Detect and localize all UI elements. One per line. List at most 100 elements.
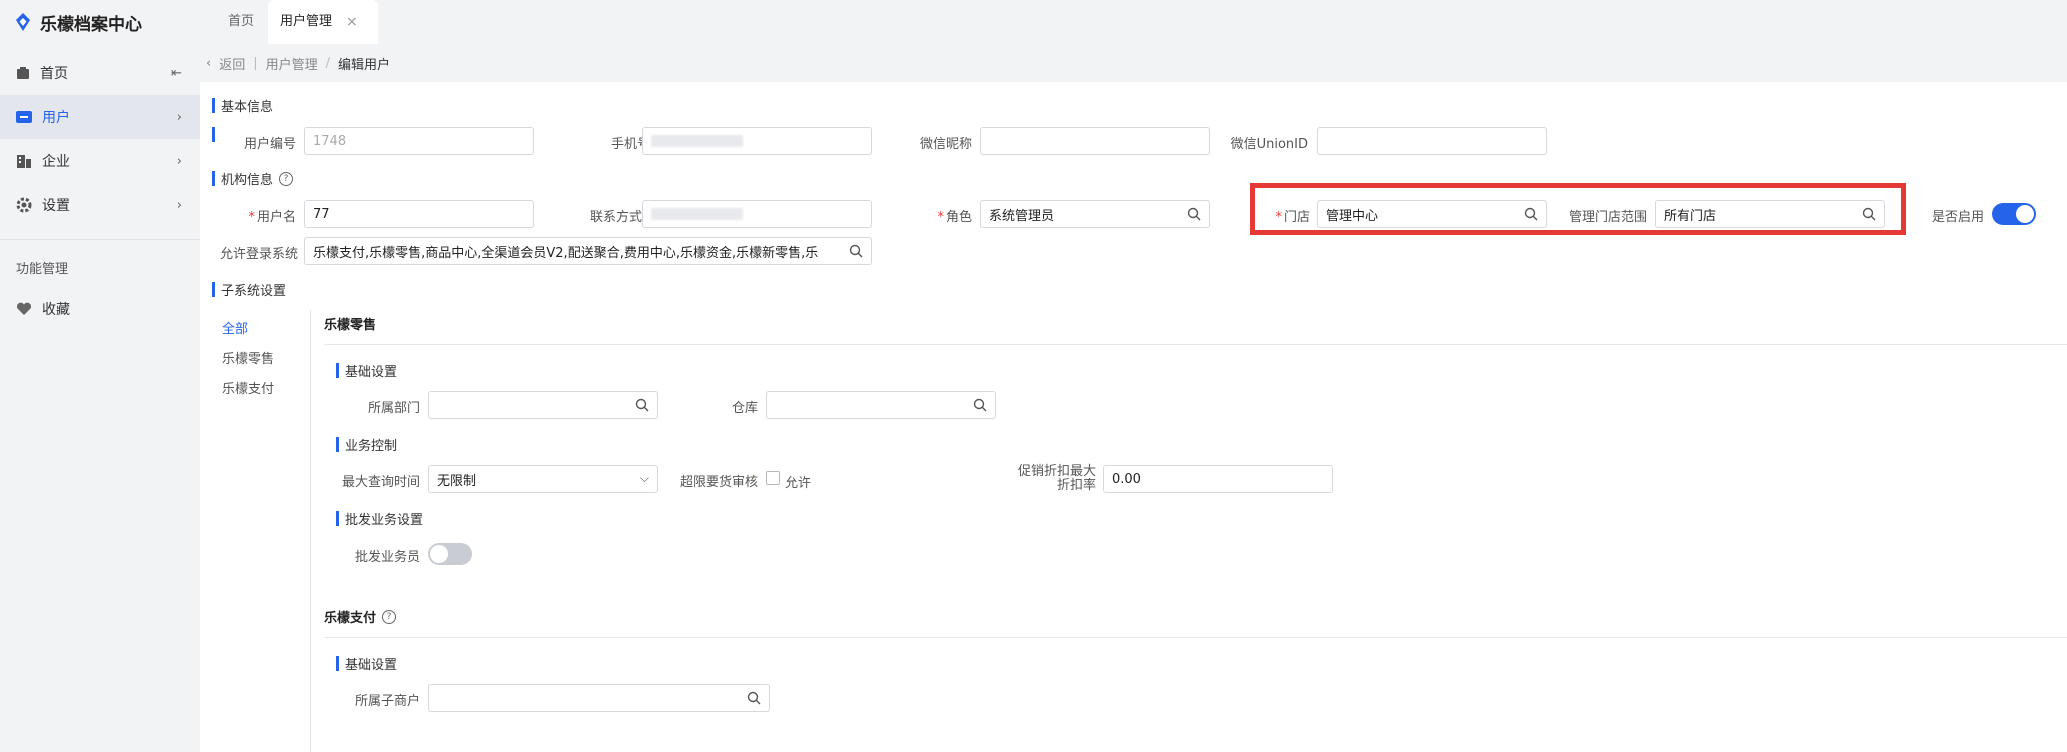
chevron-down-icon: ⌵: [639, 471, 649, 485]
tab-label: 首页: [228, 14, 255, 29]
collapse-icon[interactable]: ⇤: [171, 66, 182, 81]
section-title-text: 机构信息: [221, 173, 274, 188]
sidebar-item-favorites[interactable]: 收藏: [0, 287, 200, 331]
contact-label: 联系方式: [589, 210, 642, 225]
search-icon[interactable]: [973, 398, 987, 412]
search-icon[interactable]: [1187, 207, 1201, 221]
building-icon: [17, 155, 31, 168]
sidebar-item-enterprise[interactable]: 企业 ›: [0, 139, 200, 183]
sidebar-divider: [0, 239, 200, 240]
max-query-value: 无限制: [437, 473, 477, 489]
allow-checkbox[interactable]: [766, 471, 780, 485]
merchant-field[interactable]: [428, 684, 770, 712]
masked-value: [651, 135, 743, 147]
search-icon[interactable]: [1862, 207, 1876, 221]
close-icon[interactable]: ×: [346, 0, 358, 44]
search-icon[interactable]: [849, 244, 863, 258]
phone-label: 手机号: [610, 137, 650, 152]
role-label: * 角色: [920, 206, 972, 225]
merchant-label: 所属子商户: [354, 694, 420, 709]
section-title-text: 子系统设置: [221, 284, 287, 299]
gear-icon: [16, 197, 32, 213]
label-text: 用户名: [256, 210, 296, 225]
subnav-retail[interactable]: 乐檬零售: [222, 348, 274, 367]
wholesale-toggle[interactable]: [428, 543, 472, 565]
breadcrumb-current: 编辑用户: [338, 57, 391, 73]
retail-divider: [324, 344, 2067, 345]
user-card-icon: [16, 111, 32, 123]
subsystem-title: 子系统设置: [212, 280, 286, 299]
tab-home[interactable]: 首页: [214, 0, 268, 44]
login-system-field[interactable]: 乐檬支付,乐檬零售,商品中心,全渠道会员V2,配送聚合,费用中心,乐檬资金,乐檬…: [304, 237, 872, 265]
sidebar-item-settings[interactable]: 设置 ›: [0, 183, 200, 227]
subnav-all[interactable]: 全部: [222, 318, 248, 337]
section-title-text: 业务控制: [345, 439, 398, 454]
enabled-label: 是否启用: [1931, 210, 1984, 225]
subnav-pay[interactable]: 乐檬支付: [222, 378, 274, 397]
tab-label: 用户管理: [280, 14, 333, 29]
search-icon[interactable]: [747, 691, 761, 705]
allow-label: 允许: [785, 476, 812, 491]
wechat-nick-label: 微信昵称: [919, 137, 972, 152]
logo-icon: [16, 13, 30, 31]
phone-field[interactable]: [642, 127, 872, 155]
sidebar: 首页 ⇤ 用户 › 企业 › 设置 › 功能管理 收藏: [0, 44, 200, 752]
back-link[interactable]: 返回: [219, 54, 245, 73]
sidebar-item-label: 首页: [40, 66, 68, 82]
toggle-knob: [430, 545, 448, 563]
chevron-right-icon: ›: [176, 153, 182, 169]
discount-field[interactable]: 0.00: [1103, 465, 1333, 493]
search-icon[interactable]: [635, 398, 649, 412]
dept-field[interactable]: [428, 391, 658, 419]
store-range-value: 所有门店: [1664, 208, 1717, 224]
username-field[interactable]: 77: [304, 200, 534, 228]
pay-divider: [324, 637, 2067, 638]
search-icon[interactable]: [1524, 207, 1538, 221]
enabled-toggle[interactable]: [1992, 203, 2036, 225]
help-icon[interactable]: ?: [279, 171, 294, 186]
label-line: 折扣率: [1056, 478, 1096, 493]
breadcrumb-parent[interactable]: 用户管理: [266, 54, 318, 73]
label-text: 角色: [945, 210, 972, 225]
max-query-select[interactable]: 无限制 ⌵: [428, 465, 658, 493]
role-field[interactable]: 系统管理员: [980, 200, 1210, 228]
toggle-knob: [2016, 205, 2034, 223]
subnav-divider: [310, 310, 311, 752]
heart-icon: [16, 302, 32, 315]
sidebar-item-user[interactable]: 用户 ›: [0, 95, 200, 139]
breadcrumb-divider: |: [253, 55, 258, 71]
section-title-text: 基础设置: [345, 365, 398, 380]
breadcrumb: ‹ 返回 | 用户管理 / 编辑用户: [200, 44, 2067, 82]
retail-title: 乐檬零售: [324, 314, 376, 333]
label-text: 门店: [1283, 210, 1310, 225]
main-content: 基本信息 用户编号 1748 手机号 微信昵称 微信UnionID 机构信息 ?…: [200, 82, 2067, 752]
section-title-text: 基础设置: [345, 658, 398, 673]
contact-field[interactable]: [642, 200, 872, 228]
wechat-nick-field[interactable]: [980, 127, 1210, 155]
sidebar-item-label: 设置: [42, 198, 70, 214]
label-line: 促销折扣最大: [1017, 464, 1096, 479]
sidebar-section-title: 功能管理: [16, 262, 69, 277]
wholesale-label: 批发业务员: [354, 550, 420, 565]
chevron-left-icon[interactable]: ‹: [206, 56, 211, 71]
app-title: 乐檬档案中心: [40, 14, 142, 35]
pay-basic-title: 基础设置: [336, 654, 397, 673]
wechat-union-field[interactable]: [1317, 127, 1547, 155]
help-icon[interactable]: ?: [382, 609, 397, 624]
discount-label: 促销折扣最大 折扣率: [1000, 465, 1096, 493]
group-title-text: 乐檬零售: [324, 318, 377, 333]
sidebar-item-home[interactable]: 首页 ⇤: [0, 51, 200, 95]
store-range-field[interactable]: 所有门店: [1655, 200, 1885, 228]
home-icon: [17, 67, 29, 79]
required-mark: *: [937, 210, 944, 225]
wholesale-title: 批发业务设置: [336, 509, 423, 528]
tab-user-management[interactable]: 用户管理 ×: [268, 0, 379, 44]
store-field[interactable]: 管理中心: [1317, 200, 1547, 228]
group-title-text: 乐檬支付: [324, 611, 377, 626]
top-bar: 乐檬档案中心 首页 用户管理 ×: [0, 0, 2067, 44]
store-value: 管理中心: [1326, 208, 1379, 224]
warehouse-field[interactable]: [766, 391, 996, 419]
masked-value: [651, 208, 743, 220]
user-no-value: 1748: [313, 133, 347, 149]
brand[interactable]: 乐檬档案中心: [14, 7, 142, 37]
